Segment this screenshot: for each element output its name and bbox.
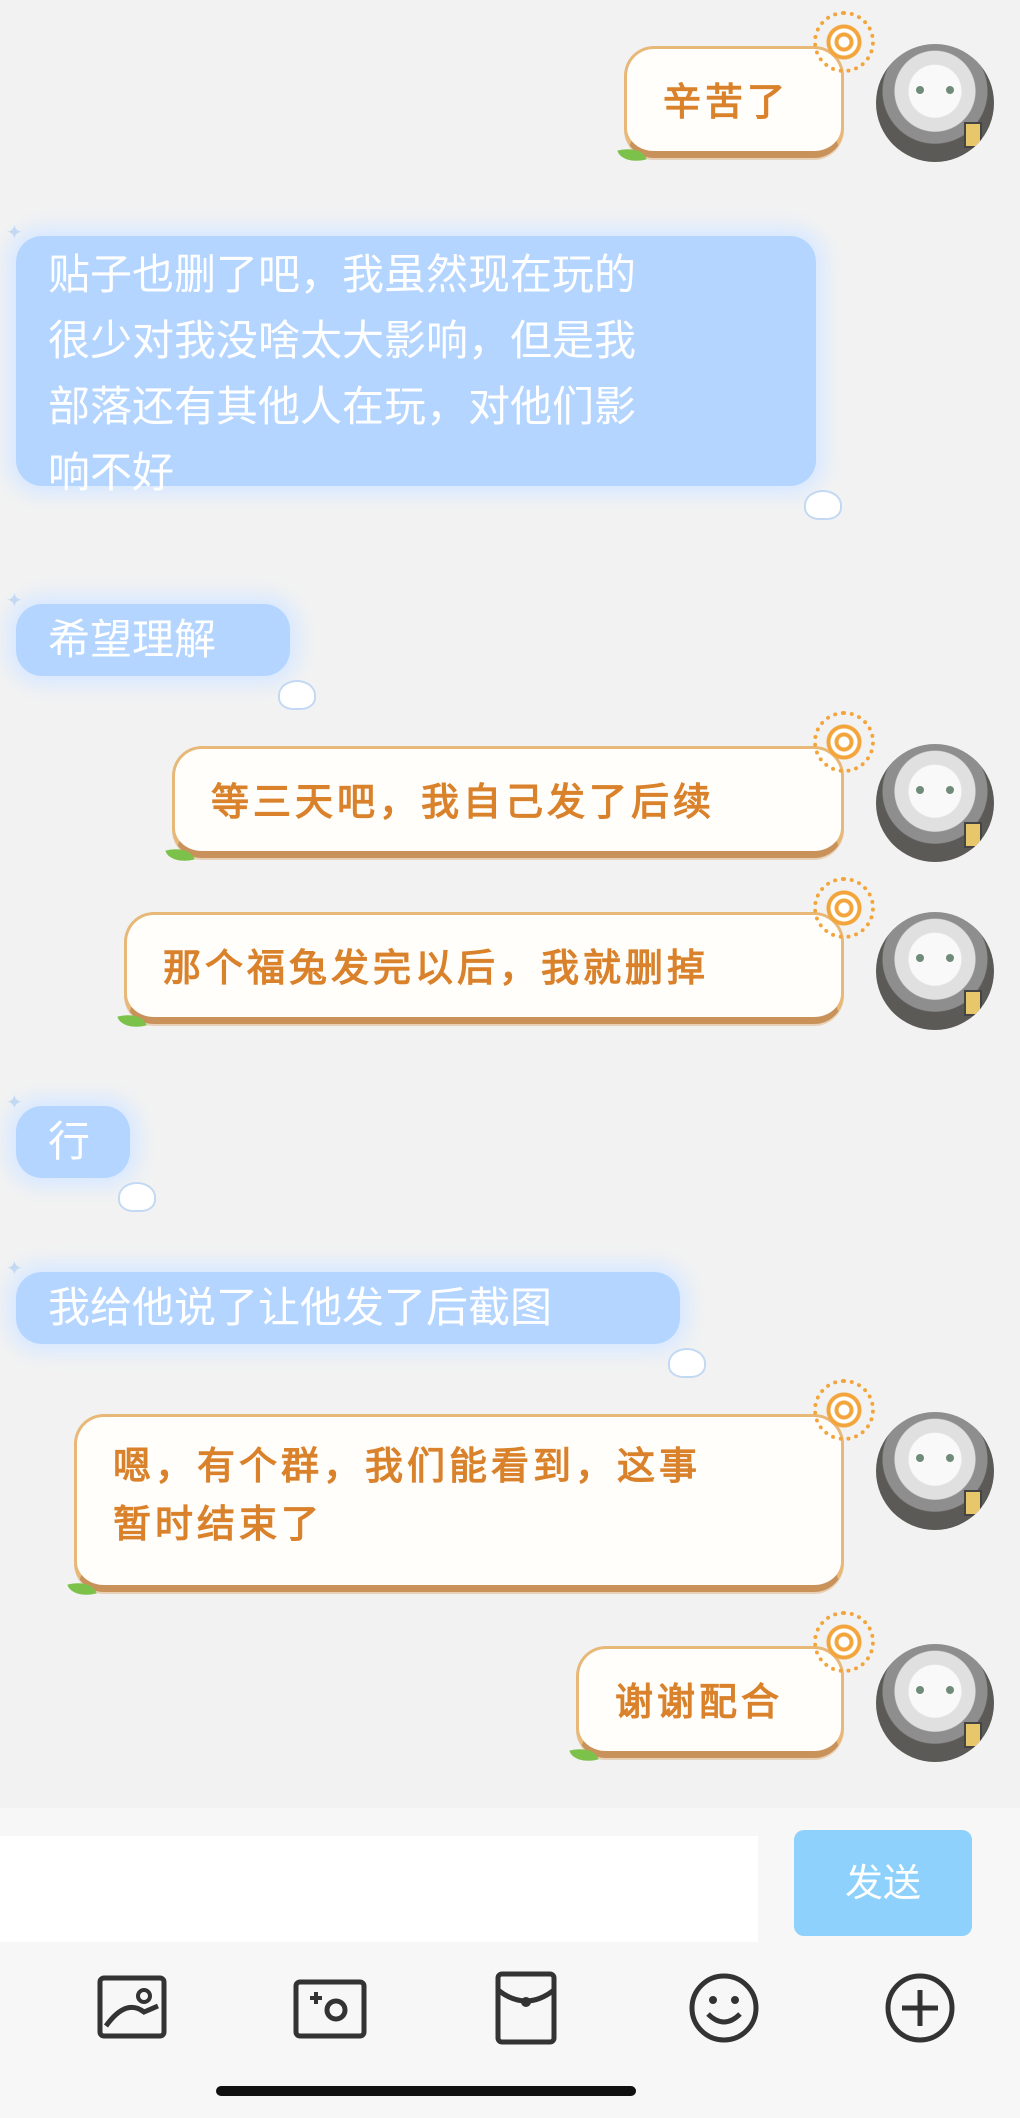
- plus-icon[interactable]: [880, 1968, 960, 2048]
- sun-sticker-icon: [813, 11, 875, 73]
- message-line: 很少对我没啥太大影响，但是我: [48, 316, 637, 365]
- camera-icon[interactable]: [290, 1968, 370, 2048]
- message-text: 我给他说了让他发了后截图: [48, 1283, 553, 1332]
- image-icon[interactable]: [92, 1968, 172, 2048]
- home-indicator[interactable]: [216, 2086, 636, 2096]
- message-text: 谢谢配合: [615, 1679, 784, 1724]
- message-line: 贴子也删了吧，我虽然现在玩的: [48, 250, 637, 299]
- sparkle-icon: ✦: [6, 220, 23, 244]
- red-packet-icon[interactable]: [486, 1968, 566, 2048]
- message-bubble-outgoing[interactable]: 嗯，有个群，我们能看到，这事 暂时结束了: [67, 1379, 875, 1601]
- message-input[interactable]: [0, 1836, 758, 1942]
- message-text: 行: [48, 1117, 91, 1166]
- message-bubble-outgoing[interactable]: 等三天吧，我自己发了后续: [165, 711, 875, 867]
- sparkle-icon: ✦: [6, 588, 23, 612]
- message-line: 嗯，有个群，我们能看到，这事: [113, 1443, 702, 1488]
- composer: 发送: [0, 1808, 1020, 2118]
- sparkle-icon: ✦: [6, 1256, 23, 1280]
- sparkle-icon: ✦: [6, 1090, 23, 1114]
- sun-sticker-icon: [813, 711, 875, 773]
- sun-sticker-icon: [813, 1611, 875, 1673]
- emoji-icon[interactable]: [684, 1968, 764, 2048]
- avatar[interactable]: [876, 1644, 994, 1762]
- message-line: 暂时结束了: [113, 1501, 324, 1546]
- leaf-sticker-icon: [117, 1009, 147, 1033]
- leaf-sticker-icon: [165, 843, 195, 867]
- leaf-sticker-icon: [67, 1577, 97, 1601]
- snowman-sticker-icon: [278, 680, 316, 710]
- message-text: 希望理解: [48, 615, 217, 664]
- message-text: 辛苦了: [663, 79, 790, 124]
- snowman-sticker-icon: [804, 490, 842, 520]
- leaf-sticker-icon: [617, 143, 647, 167]
- message-text: 那个福兔发完以后，我就删掉: [163, 945, 710, 990]
- message-bubble-incoming[interactable]: ✦ 行: [6, 1092, 156, 1212]
- message-line: 部落还有其他人在玩，对他们影: [48, 382, 637, 431]
- sun-sticker-icon: [813, 1379, 875, 1441]
- message-bubble-outgoing[interactable]: 辛苦了: [617, 11, 875, 167]
- message-line: 响不好: [48, 448, 175, 497]
- snowman-sticker-icon: [118, 1182, 156, 1212]
- chat-area: 辛苦了 ✦ 贴子也删了吧，我虽然现在玩的 很少对我没啥太大影响，但是我 部落还有…: [0, 0, 1020, 1808]
- avatar[interactable]: [876, 912, 994, 1030]
- input-toolbar: [0, 1958, 1020, 2068]
- avatar[interactable]: [876, 744, 994, 862]
- snowman-sticker-icon: [668, 1348, 706, 1378]
- message-bubble-incoming[interactable]: ✦ 我给他说了让他发了后截图: [6, 1258, 706, 1378]
- message-text: 等三天吧，我自己发了后续: [211, 779, 716, 824]
- message-bubble-incoming[interactable]: ✦ 贴子也删了吧，我虽然现在玩的 很少对我没啥太大影响，但是我 部落还有其他人在…: [6, 222, 842, 520]
- avatar[interactable]: [876, 1412, 994, 1530]
- message-bubble-outgoing[interactable]: 那个福兔发完以后，我就删掉: [117, 877, 875, 1033]
- message-bubble-outgoing[interactable]: 谢谢配合: [569, 1611, 875, 1767]
- sun-sticker-icon: [813, 877, 875, 939]
- send-button[interactable]: 发送: [794, 1830, 972, 1936]
- message-bubble-incoming[interactable]: ✦ 希望理解: [6, 590, 316, 710]
- leaf-sticker-icon: [569, 1743, 599, 1767]
- avatar[interactable]: [876, 44, 994, 162]
